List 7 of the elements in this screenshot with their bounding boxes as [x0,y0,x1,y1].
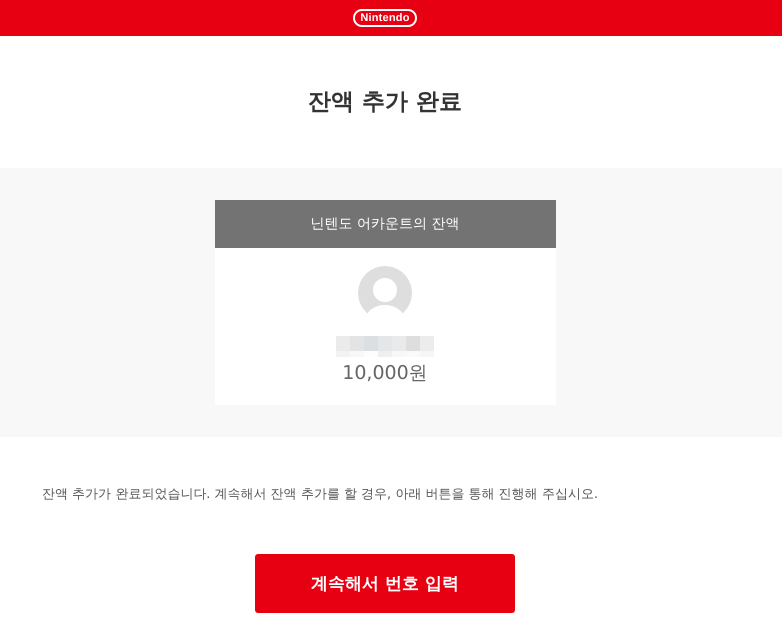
avatar-icon [358,266,412,320]
logo: Nintendo [353,9,417,27]
continue-button[interactable]: 계속해서 번호 입력 [255,554,515,613]
completion-message: 잔액 추가가 완료되었습니다. 계속해서 잔액 추가를 할 경우, 아래 버튼을 통해 진행해 주십시오. [42,486,599,504]
card-heading: 닌텐도 어카운트의 잔액 [310,215,460,234]
page-title: 잔액 추가 완료 [308,88,462,117]
balance-amount: 10,000원 [342,361,428,385]
